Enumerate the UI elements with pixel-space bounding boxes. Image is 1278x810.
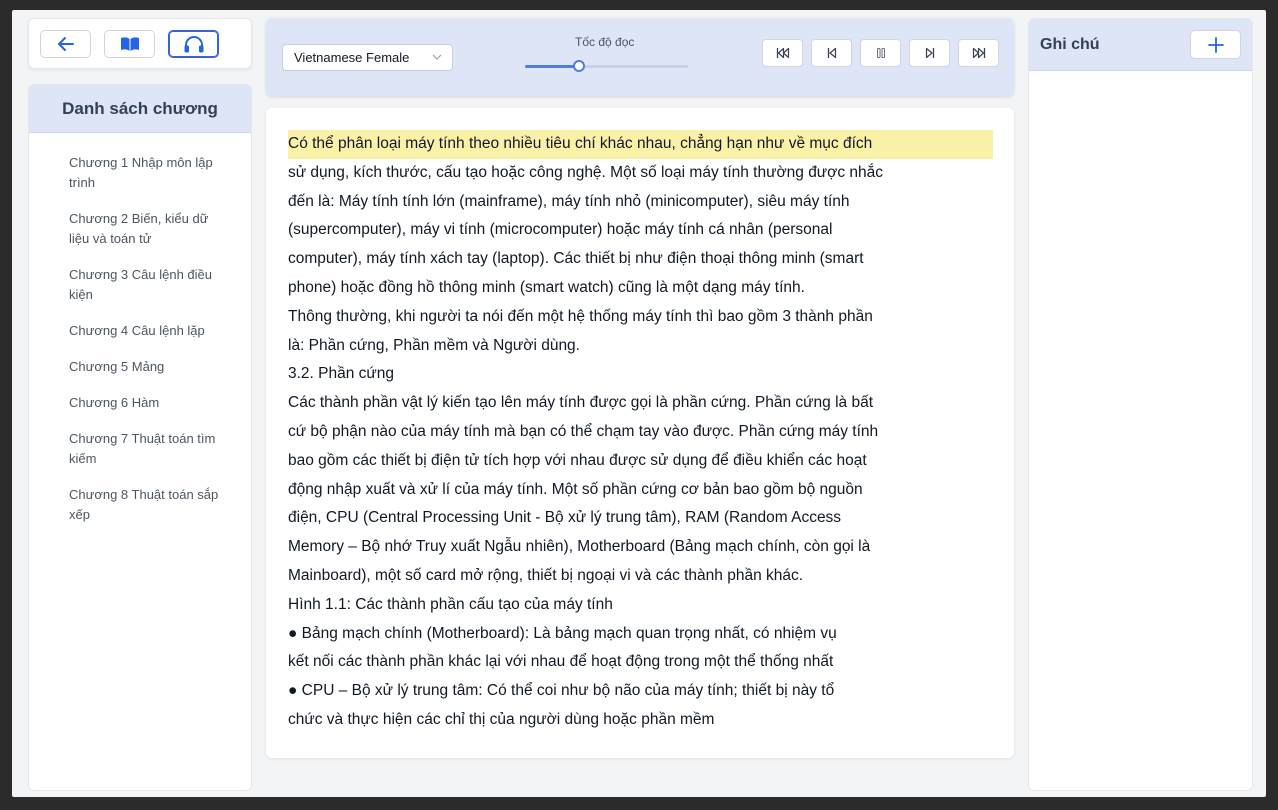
plus-icon xyxy=(1207,36,1224,53)
app-window: Danh sách chương Chương 1 Nhập môn lập t… xyxy=(12,10,1266,797)
skip-to-start-button[interactable] xyxy=(762,39,803,67)
reading-text: Có thể phân loại máy tính theo nhiều tiê… xyxy=(288,130,993,735)
notes-header: Ghi chú xyxy=(1029,19,1252,71)
text-line: đến là: Máy tính tính lớn (mainframe), m… xyxy=(288,192,850,210)
text-line: sử dụng, kích thước, cấu tạo hoặc công n… xyxy=(288,163,884,181)
chapter-item[interactable]: Chương 4 Câu lệnh lặp xyxy=(69,321,219,341)
voice-select[interactable]: Vietnamese Female xyxy=(282,44,453,71)
pause-icon xyxy=(876,48,885,58)
chapter-item[interactable]: Chương 6 Hàm xyxy=(69,393,219,413)
text-line: ● Bảng mạch chính (Motherboard): Là bảng… xyxy=(288,624,837,642)
text-line: cứ bộ phận nào của máy tính mà bạn có th… xyxy=(288,422,879,440)
speed-label: Tốc độ đọc xyxy=(575,35,635,49)
chevron-down-icon xyxy=(432,54,442,60)
chapter-item[interactable]: Chương 8 Thuật toán sắp xếp xyxy=(69,485,219,525)
next-button[interactable] xyxy=(909,39,950,67)
top-toolbar xyxy=(28,18,252,69)
chapter-item[interactable]: Chương 7 Thuật toán tìm kiếm xyxy=(69,429,219,469)
text-line: động nhập xuất và xử lí của máy tính. Mộ… xyxy=(288,480,863,498)
skip-to-start-icon xyxy=(776,47,789,59)
text-line: computer), máy tính xách tay (laptop). C… xyxy=(288,250,864,268)
chapter-item[interactable]: Chương 3 Câu lệnh điều kiện xyxy=(69,265,219,305)
audio-player-bar: Vietnamese Female Tốc độ đọc xyxy=(266,18,1014,96)
text-line: ● CPU – Bộ xử lý trung tâm: Có thể coi n… xyxy=(288,682,835,700)
text-line: kết nối các thành phần khác lại với nhau… xyxy=(288,653,834,671)
back-button[interactable] xyxy=(40,29,91,58)
notes-panel: Ghi chú xyxy=(1028,18,1253,791)
text-line: bao gồm các thiết bị điện tử tích hợp vớ… xyxy=(288,451,867,469)
speed-slider-thumb[interactable] xyxy=(572,60,585,72)
chapter-list: Chương 1 Nhập môn lập trình Chương 2 Biến… xyxy=(29,133,251,525)
headphones-icon xyxy=(184,35,203,52)
pause-button[interactable] xyxy=(860,39,901,67)
text-line: phone) hoặc đồng hồ thông minh (smart wa… xyxy=(288,278,805,296)
chapter-panel: Danh sách chương Chương 1 Nhập môn lập t… xyxy=(28,84,252,791)
add-note-button[interactable] xyxy=(1190,30,1241,59)
text-line: Hình 1.1: Các thành phần cấu tạo của máy… xyxy=(288,595,613,613)
text-line: điện, CPU (Central Processing Unit - Bộ … xyxy=(288,509,842,527)
chapter-item[interactable]: Chương 5 Mảng xyxy=(69,357,219,377)
chapter-item[interactable]: Chương 1 Nhập môn lập trình xyxy=(69,153,219,193)
notes-title: Ghi chú xyxy=(1040,36,1100,53)
book-icon xyxy=(120,36,139,51)
voice-select-value: Vietnamese Female xyxy=(294,50,410,65)
text-line: 3.2. Phần cứng xyxy=(288,365,395,383)
skip-to-end-button[interactable] xyxy=(958,39,999,67)
text-line: Thông thường, khi người ta nói đến một h… xyxy=(288,307,873,325)
next-icon xyxy=(925,47,934,59)
text-line: Memory – Bộ nhớ Truy xuất Ngẫu nhiên), M… xyxy=(288,538,871,556)
skip-to-end-icon xyxy=(972,47,985,59)
chapter-item[interactable]: Chương 2 Biến, kiểu dữ liệu và toán tử xyxy=(69,209,219,249)
chapter-panel-title: Danh sách chương xyxy=(29,85,251,133)
previous-icon xyxy=(827,47,836,59)
reading-panel: Có thể phân loại máy tính theo nhiều tiê… xyxy=(266,108,1014,758)
speed-slider[interactable] xyxy=(525,60,688,72)
text-line: chức và thực hiện các chỉ thị của người … xyxy=(288,710,715,728)
playback-controls xyxy=(762,39,999,67)
text-line: (supercomputer), máy vi tính (microcompu… xyxy=(288,221,833,239)
speed-slider-fill xyxy=(525,65,579,68)
text-line: Các thành phần vật lý kiến tạo lên máy t… xyxy=(288,394,874,412)
previous-button[interactable] xyxy=(811,39,852,67)
back-arrow-icon xyxy=(57,36,74,51)
highlighted-text-line: Có thể phân loại máy tính theo nhiều tiê… xyxy=(288,130,993,159)
text-line: là: Phần cứng, Phần mềm và Người dùng. xyxy=(288,336,580,354)
listen-mode-button[interactable] xyxy=(168,29,219,58)
read-mode-button[interactable] xyxy=(104,29,155,58)
text-line: Mainboard), một số card mở rộng, thiết b… xyxy=(288,566,804,584)
